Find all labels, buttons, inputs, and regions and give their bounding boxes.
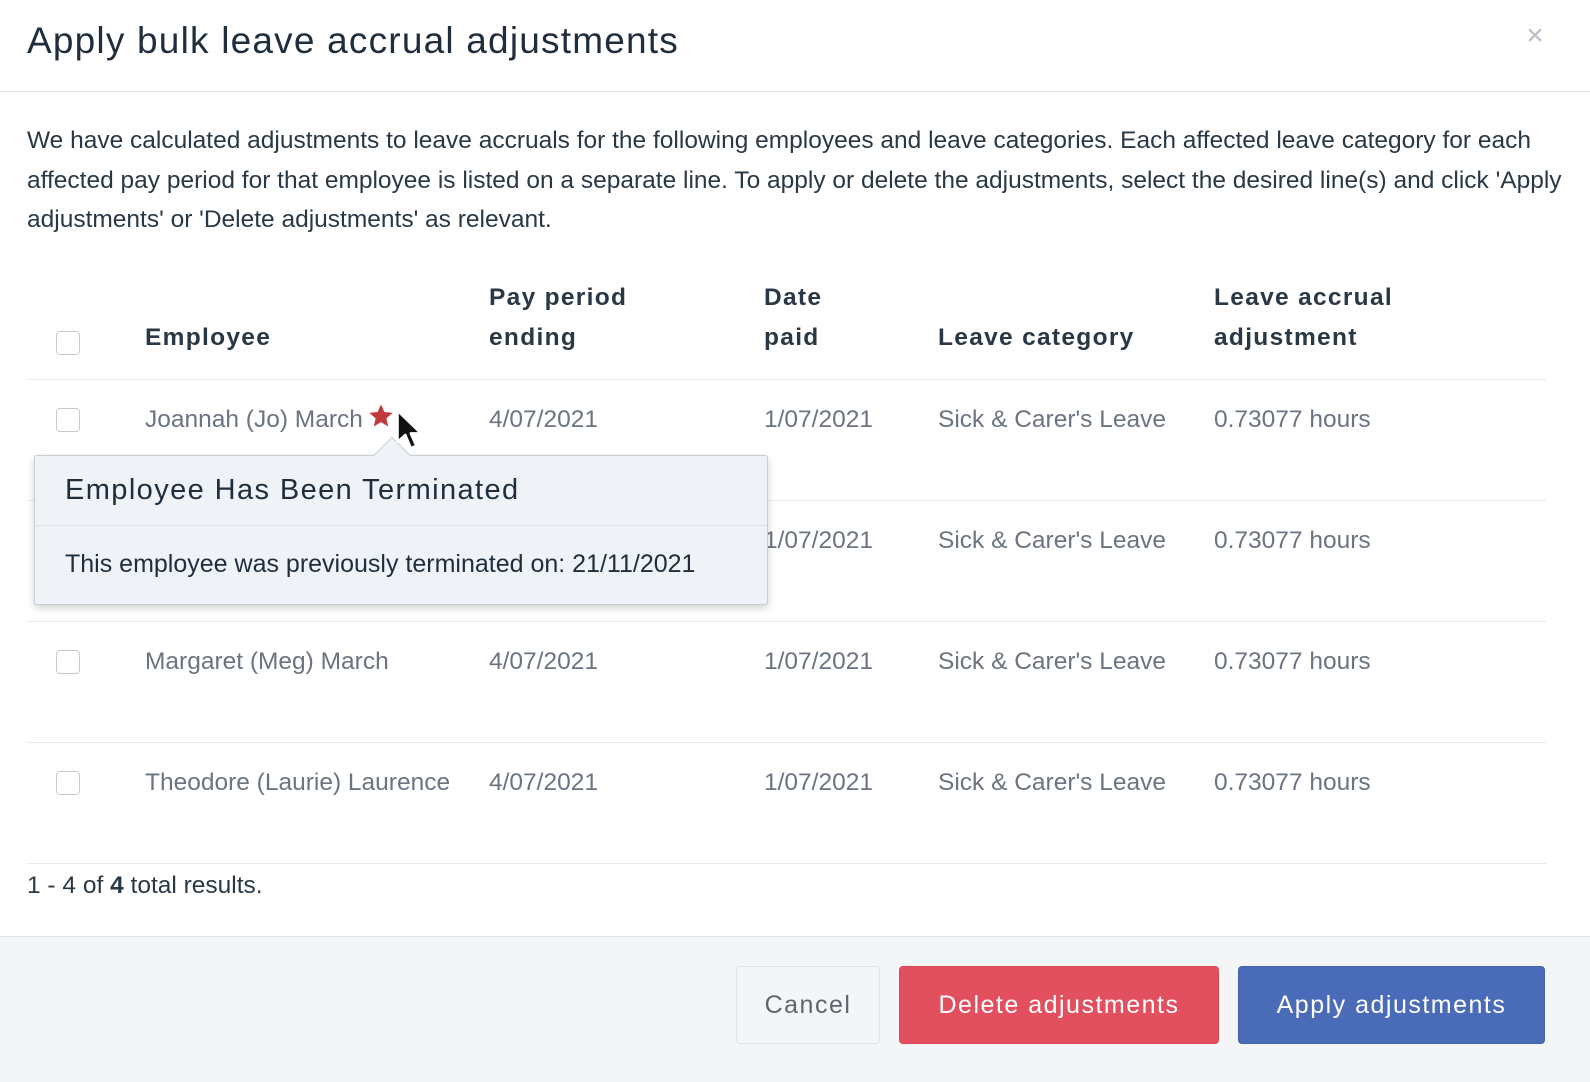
- row-checkbox[interactable]: [56, 771, 80, 795]
- row-checkbox[interactable]: [56, 650, 80, 674]
- table-row[interactable]: Theodore (Laurie) Laurence 4/07/2021 1/0…: [27, 743, 1546, 864]
- date-paid-cell: 1/07/2021: [764, 648, 873, 675]
- star-icon[interactable]: [367, 402, 395, 430]
- adjustment-cell: 0.73077 hours: [1214, 406, 1371, 433]
- results-count: 1 - 4 of 4 total results.: [27, 866, 263, 906]
- date-paid-cell: 1/07/2021: [764, 769, 873, 796]
- employee-name: Joannah (Jo) March: [145, 406, 363, 433]
- apply-adjustments-button[interactable]: Apply adjustments: [1238, 966, 1545, 1044]
- leave-category-cell: Sick & Carer's Leave: [938, 648, 1166, 675]
- adjustment-cell: 0.73077 hours: [1214, 769, 1371, 796]
- leave-category-cell: Sick & Carer's Leave: [938, 527, 1166, 554]
- results-prefix: 1 - 4 of: [27, 872, 104, 899]
- date-paid-cell: 1/07/2021: [764, 406, 873, 433]
- pay-period-cell: 4/07/2021: [489, 769, 598, 796]
- select-all-checkbox[interactable]: [56, 331, 80, 355]
- header-date-paid-line2: paid: [764, 323, 820, 351]
- adjustment-cell: 0.73077 hours: [1214, 648, 1371, 675]
- intro-text: We have calculated adjustments to leave …: [27, 127, 1562, 233]
- table-header: Employee Pay period ending Date paid Lea…: [27, 270, 1546, 380]
- header-adjustment-line2: adjustment: [1214, 323, 1358, 351]
- terminated-tooltip: Employee Has Been Terminated This employ…: [34, 436, 768, 605]
- pay-period-cell: 4/07/2021: [489, 648, 598, 675]
- header-pay-period-line1: Pay period: [489, 284, 628, 311]
- header-adjustment: Leave accrual adjustment: [1214, 278, 1393, 357]
- table-row[interactable]: Margaret (Meg) March 4/07/2021 1/07/2021…: [27, 622, 1546, 743]
- cancel-button[interactable]: Cancel: [736, 966, 880, 1044]
- header-adjustment-line1: Leave accrual: [1214, 284, 1393, 311]
- header-leave-category: Leave category: [938, 323, 1135, 351]
- header-date-paid-line1: Date: [764, 284, 823, 311]
- close-icon[interactable]: ×: [1520, 18, 1550, 54]
- header-date-paid: Date paid: [764, 278, 822, 357]
- header-pay-period: Pay period ending: [489, 278, 627, 357]
- tooltip-body: This employee was previously terminated …: [65, 550, 696, 578]
- modal-header: Apply bulk leave accrual adjustments ×: [0, 0, 1590, 92]
- leave-category-cell: Sick & Carer's Leave: [938, 769, 1166, 796]
- modal-title: Apply bulk leave accrual adjustments: [27, 20, 679, 61]
- employee-cell: Margaret (Meg) March: [145, 648, 389, 675]
- mouse-cursor-icon: [396, 409, 423, 450]
- delete-adjustments-button[interactable]: Delete adjustments: [899, 966, 1219, 1044]
- header-pay-period-line2: ending: [489, 323, 578, 351]
- leave-category-cell: Sick & Carer's Leave: [938, 406, 1166, 433]
- employee-cell: Theodore (Laurie) Laurence: [145, 769, 451, 796]
- pay-period-cell: 4/07/2021: [489, 406, 598, 433]
- tooltip-title: Employee Has Been Terminated: [35, 456, 767, 526]
- date-paid-cell: 1/07/2021: [764, 527, 873, 554]
- row-checkbox[interactable]: [56, 408, 80, 432]
- adjustment-cell: 0.73077 hours: [1214, 527, 1371, 554]
- results-total: 4: [110, 872, 124, 899]
- header-employee: Employee: [145, 323, 272, 351]
- modal-footer: Cancel Delete adjustments Apply adjustme…: [0, 936, 1590, 1082]
- bulk-adjustment-modal: Apply bulk leave accrual adjustments × W…: [0, 0, 1590, 1082]
- results-suffix: total results.: [130, 872, 263, 899]
